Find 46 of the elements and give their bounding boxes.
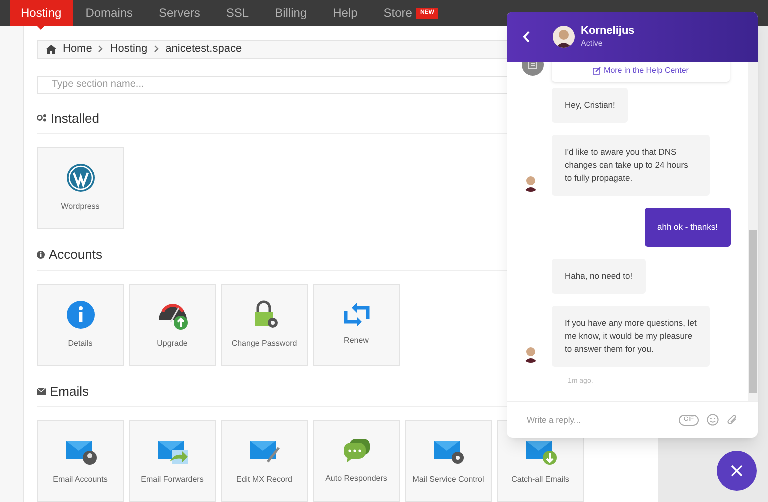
tile-button[interactable]: Details	[37, 284, 124, 366]
agent-status: Active	[581, 38, 604, 49]
agent-message: Hey, Cristian!	[552, 88, 628, 123]
nav-tab[interactable]: Servers	[146, 0, 214, 26]
help-center-link[interactable]: More in the Help Center	[593, 65, 689, 77]
external-link-icon	[593, 67, 602, 75]
section-heading: Installed	[51, 110, 100, 128]
tile-button[interactable]: Auto Responders	[313, 420, 400, 502]
chevron-icon	[98, 45, 104, 54]
paperclip-icon[interactable]	[727, 414, 738, 426]
user-message: ahh ok - thanks!	[644, 208, 731, 247]
nav-tab[interactable]: Domains	[72, 0, 146, 26]
breadcrumb-current: anicetest.space	[166, 42, 242, 57]
nav-tab[interactable]: SSL	[213, 0, 262, 26]
nav-tab[interactable]: Billing	[262, 0, 320, 26]
section-heading: Accounts	[49, 246, 102, 264]
emoji-icon[interactable]	[707, 414, 719, 426]
section-heading: Emails	[50, 382, 90, 400]
breadcrumb-link[interactable]: Hosting	[110, 41, 148, 58]
home-icon	[46, 44, 57, 54]
agent-message: If you have any more questions, let me know, it would be my pleasure to answer them for you.	[552, 306, 710, 367]
scrollbar-thumb[interactable]	[749, 230, 757, 393]
chevron-icon	[154, 45, 160, 54]
agent-name: Kornelijus	[581, 25, 635, 39]
info-icon	[66, 300, 96, 330]
agent-message: Haha, no need to!	[552, 258, 646, 294]
tile-button[interactable]: Email Forwarders	[129, 420, 216, 502]
tile-button[interactable]: Mail Service Control	[405, 420, 492, 502]
tile-button[interactable]: Upgrade	[129, 284, 216, 366]
tile-button[interactable]: Email Accounts	[37, 420, 124, 502]
info-icon	[37, 250, 45, 259]
renew-icon	[342, 302, 372, 326]
tile-button[interactable]: Renew	[313, 284, 400, 366]
tile-button[interactable]: Wordpress	[37, 147, 124, 229]
nav-tab[interactable]: Help	[320, 0, 371, 26]
back-icon[interactable]	[523, 31, 531, 43]
breadcrumb-link[interactable]: Home	[63, 41, 92, 58]
wordpress-logo-icon	[66, 163, 96, 193]
agent-message: I'd like to aware you that DNS changes can take up to 24 hours to fully propagate.	[552, 135, 710, 196]
envelope-icon	[37, 388, 46, 395]
tile-button[interactable]: Edit MX Record	[221, 420, 308, 502]
nodes-icon	[37, 114, 47, 122]
tile-button[interactable]: Change Password	[221, 284, 308, 366]
speech-bubbles-icon	[342, 437, 372, 465]
avatar-icon	[553, 26, 575, 48]
close-icon	[731, 465, 743, 477]
